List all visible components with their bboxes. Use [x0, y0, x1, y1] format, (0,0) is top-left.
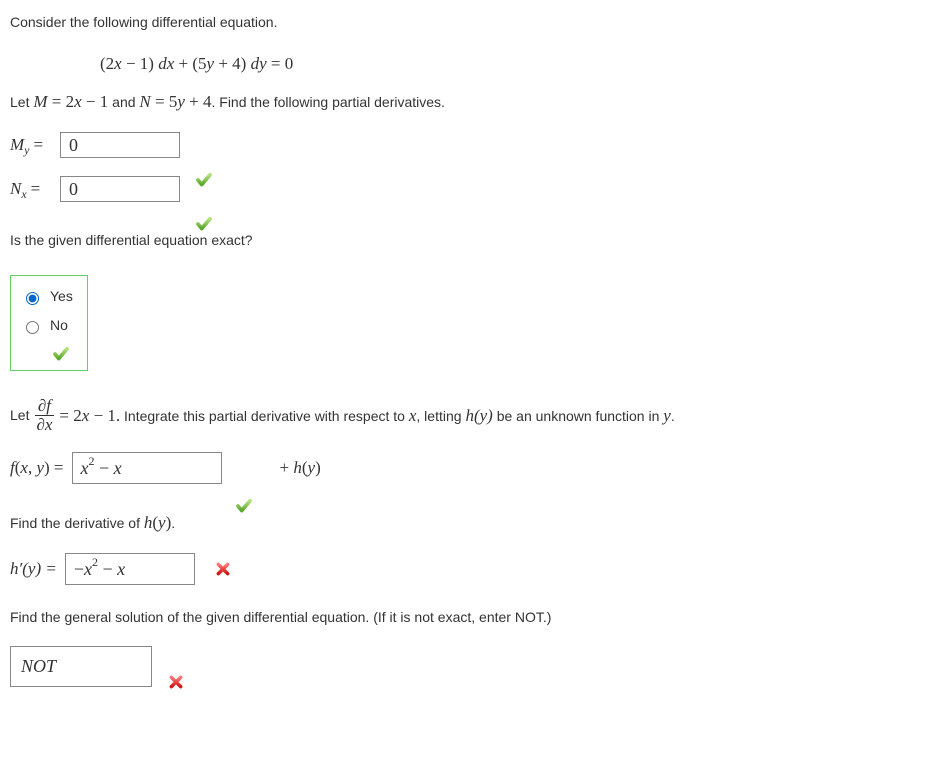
hprime-input[interactable]: −−xx2 − x	[65, 553, 195, 585]
hprime-prompt-text: Find the derivative of h(y).	[10, 515, 175, 531]
setup-and: and	[108, 94, 139, 110]
radio-no-label: No	[50, 315, 68, 336]
radio-no[interactable]: No	[21, 315, 73, 336]
fxy-label: f(x, y) =	[10, 455, 64, 481]
setup-pre: Let	[10, 94, 33, 110]
question-intro: Consider the following differential equa…	[10, 12, 930, 33]
general-prompt: Find the general solution of the given d…	[10, 607, 930, 628]
my-input[interactable]: 0	[60, 132, 180, 158]
hprime-value: −−xx2 − x	[74, 555, 125, 583]
my-label-base: M	[10, 132, 24, 158]
cross-icon	[166, 672, 186, 692]
setup-text: Let M = 2x − 1 and N = 5y + 4. Find the …	[10, 89, 930, 115]
my-value: 0	[69, 132, 78, 159]
setup-m: M = 2x − 1	[33, 92, 108, 111]
check-icon	[51, 344, 71, 364]
integrate-pre: Let	[10, 405, 29, 426]
nx-label: Nx =	[10, 176, 50, 202]
nx-eq: =	[31, 176, 41, 202]
fxy-row: f(x, y) = x2 − x + h(y)	[10, 452, 930, 484]
general-value: NOT	[21, 656, 56, 676]
general-prompt-text: Find the general solution of the given d…	[10, 609, 551, 625]
integrate-hy: h(y)	[465, 406, 492, 425]
nx-label-base: N	[10, 176, 21, 202]
integrate-rhs: = 2x − 1.	[59, 403, 120, 429]
my-label: My =	[10, 132, 50, 158]
nx-input[interactable]: 0	[60, 176, 180, 202]
nx-row: Nx = 0	[10, 176, 930, 202]
my-label-sub: y	[24, 141, 29, 159]
radio-yes-label: Yes	[50, 286, 73, 307]
my-eq: =	[34, 132, 44, 158]
general-input[interactable]: NOT	[10, 646, 152, 687]
integrate-prompt: Let ∂f ∂x = 2x − 1. Integrate this parti…	[10, 397, 930, 434]
intro-text: Consider the following differential equa…	[10, 14, 277, 30]
frac-den: ∂x	[33, 416, 55, 434]
nx-value: 0	[69, 176, 78, 203]
fxy-input[interactable]: x2 − x	[72, 452, 222, 484]
radio-no-input[interactable]	[26, 321, 39, 334]
radio-yes-input[interactable]	[26, 292, 39, 305]
plus-hy: + h(y)	[280, 455, 321, 481]
radio-yes[interactable]: Yes	[21, 286, 73, 307]
nx-label-sub: x	[21, 185, 26, 203]
exact-prompt: Is the given differential equation exact…	[10, 230, 930, 251]
setup-post: . Find the following partial derivatives…	[211, 94, 444, 110]
setup-n: N = 5y + 4	[139, 92, 211, 111]
my-row: My = 0	[10, 132, 930, 158]
partial-fraction: ∂f ∂x	[33, 397, 55, 434]
hprime-label: h′(y) =	[10, 556, 57, 582]
integrate-text: Integrate this partial derivative with r…	[120, 403, 675, 429]
general-row: NOT	[10, 646, 930, 687]
check-icon	[234, 496, 254, 516]
frac-num: ∂f	[35, 397, 54, 416]
hprime-prompt: Find the derivative of h(y).	[10, 510, 930, 536]
exact-prompt-text: Is the given differential equation exact…	[10, 232, 253, 248]
check-icon	[194, 170, 214, 190]
exact-radio-group: Yes No	[10, 275, 88, 371]
hprime-row: h′(y) = −−xx2 − x	[10, 553, 930, 585]
fxy-value: x2 − x	[81, 454, 122, 482]
differential-equation: (2x − 1) dx + (5y + 4) dy = 0	[100, 51, 930, 77]
check-icon	[194, 214, 214, 234]
cross-icon	[213, 559, 233, 579]
